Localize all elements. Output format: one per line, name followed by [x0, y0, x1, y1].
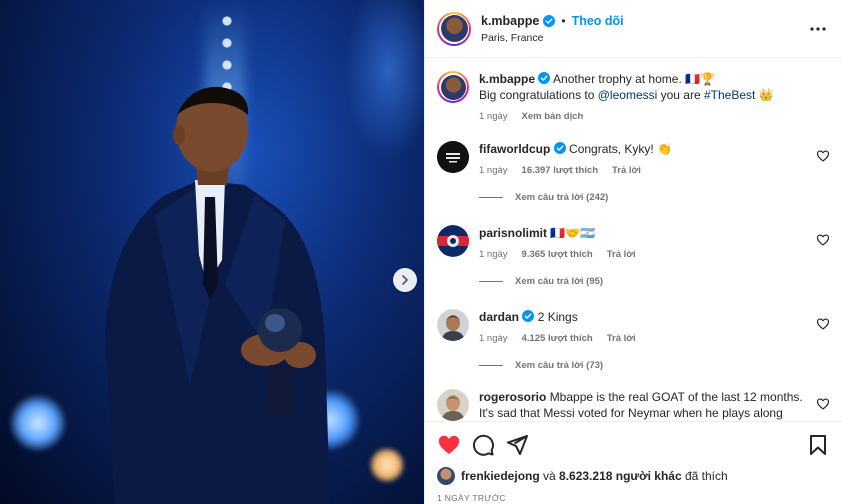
caption-text-prefix: Big congratulations to — [479, 88, 598, 102]
next-image-button[interactable] — [393, 268, 417, 292]
comment-time: 1 ngày — [479, 333, 508, 344]
author-username[interactable]: k.mbappe — [481, 14, 539, 28]
comment-like-count[interactable]: 9.365 lượt thích — [522, 249, 593, 260]
separator-dot: • — [561, 13, 566, 28]
stage-light — [344, 0, 424, 160]
comment-item: rogerosorio Mbappe is the real GOAT of t… — [437, 389, 830, 421]
user-photo-icon — [437, 389, 469, 421]
view-replies-button[interactable]: Xem câu trả lời (73) — [479, 360, 804, 371]
share-button[interactable] — [505, 433, 529, 457]
caption-text-middle: you are — [657, 88, 704, 102]
chevron-right-icon — [402, 275, 408, 285]
comment-like-heart-icon[interactable] — [816, 317, 830, 331]
comment-like-heart-icon[interactable] — [816, 149, 830, 163]
post-timestamp[interactable]: 1 NGÀY TRƯỚC — [437, 493, 830, 503]
bokeh-light — [10, 395, 66, 451]
see-translation-button[interactable]: Xem bản dịch — [522, 111, 584, 122]
comment-time: 1 ngày — [479, 249, 508, 260]
comment-text: 🇫🇷🤝🇦🇷 — [550, 226, 596, 240]
likes-suffix: đã thích — [681, 469, 728, 483]
caption-username[interactable]: k.mbappe — [479, 72, 535, 86]
author-avatar[interactable] — [437, 11, 471, 46]
follow-button[interactable]: Theo dõi — [572, 14, 624, 28]
comment-item: parisnolimit 🇫🇷🤝🇦🇷 1 ngày 9.365 lượt thí… — [437, 225, 830, 287]
comment-like-heart-icon[interactable] — [816, 233, 830, 247]
likes-count-link[interactable]: 8.623.218 người khác — [559, 469, 682, 483]
liker-avatar[interactable] — [437, 467, 455, 485]
comment-text: Congrats, Kyky! 👏 — [569, 142, 673, 156]
liker-username[interactable]: frenkiedejong — [461, 469, 540, 483]
location-link[interactable]: Paris, France — [481, 32, 808, 44]
hashtag-link[interactable]: #TheBest — [704, 88, 755, 102]
comment-bubble-icon — [472, 434, 494, 456]
post-header: k.mbappe • Theo dõi Paris, France — [425, 0, 842, 58]
commenter-username[interactable]: dardan — [479, 310, 519, 324]
verified-badge-icon — [543, 14, 556, 27]
commenter-avatar[interactable] — [437, 309, 469, 341]
comment-like-count[interactable]: 4.125 lượt thích — [522, 333, 593, 344]
view-replies-label: Xem câu trả lời (73) — [515, 360, 604, 371]
post-details-panel: k.mbappe • Theo dõi Paris, France k.mbap… — [424, 0, 842, 504]
verified-badge-icon — [553, 142, 566, 154]
caption: k.mbappe Another trophy at home. 🇫🇷🏆 Big… — [437, 59, 830, 131]
commenter-avatar[interactable] — [437, 389, 469, 421]
reply-button[interactable]: Trả lời — [607, 333, 636, 344]
more-horizontal-icon — [810, 26, 826, 31]
caption-line-1: Another trophy at home. 🇫🇷🏆 — [553, 72, 715, 86]
caption-time: 1 ngày — [479, 111, 508, 122]
user-photo-icon — [437, 309, 469, 341]
comment-item: fifaworldcup Congrats, Kyky! 👏 1 ngày 16… — [437, 141, 830, 203]
comment-button[interactable] — [471, 433, 495, 457]
player-with-trophy-photo — [105, 86, 330, 504]
view-replies-label: Xem câu trả lời (242) — [515, 192, 609, 203]
post-actions: frenkiedejong và 8.623.218 người khác đã… — [425, 421, 842, 503]
the-best-logo-icon — [437, 141, 469, 173]
comment-like-count[interactable]: 16.397 lượt thích — [522, 165, 598, 176]
view-replies-label: Xem câu trả lời (95) — [515, 276, 604, 287]
verified-badge-icon — [522, 310, 535, 322]
commenter-avatar[interactable] — [437, 141, 469, 173]
psg-crest-icon — [437, 225, 469, 257]
bookmark-icon — [810, 435, 826, 455]
reply-button[interactable]: Trả lời — [607, 249, 636, 260]
more-options-button[interactable] — [808, 19, 828, 39]
post-image[interactable] — [0, 0, 424, 504]
comments-list[interactable]: k.mbappe Another trophy at home. 🇫🇷🏆 Big… — [425, 59, 842, 421]
reply-button[interactable]: Trả lời — [612, 165, 641, 176]
like-button[interactable] — [437, 433, 461, 457]
comment-text: 2 Kings — [537, 310, 578, 324]
paper-plane-icon — [507, 435, 528, 455]
comment-time: 1 ngày — [479, 165, 508, 176]
verified-badge-icon — [538, 72, 551, 84]
commenter-username[interactable]: parisnolimit — [479, 226, 547, 240]
mention-link[interactable]: @leomessi — [598, 88, 658, 102]
heart-filled-icon — [438, 435, 460, 454]
caption-author-avatar[interactable] — [437, 71, 469, 103]
commenter-username[interactable]: fifaworldcup — [479, 142, 550, 156]
view-replies-button[interactable]: Xem câu trả lời (242) — [479, 192, 804, 203]
bokeh-light — [370, 448, 404, 482]
comment-item: dardan 2 Kings 1 ngày 4.125 lượt thích T… — [437, 309, 830, 371]
commenter-avatar[interactable] — [437, 225, 469, 257]
comment-like-heart-icon[interactable] — [816, 397, 830, 411]
commenter-username[interactable]: rogerosorio — [479, 390, 546, 404]
likes-summary: frenkiedejong và 8.623.218 người khác đã… — [437, 467, 830, 485]
likes-connector: và — [539, 469, 560, 483]
save-button[interactable] — [806, 433, 830, 457]
view-replies-button[interactable]: Xem câu trả lời (95) — [479, 276, 804, 287]
caption-text-suffix: 👑 — [755, 88, 774, 102]
